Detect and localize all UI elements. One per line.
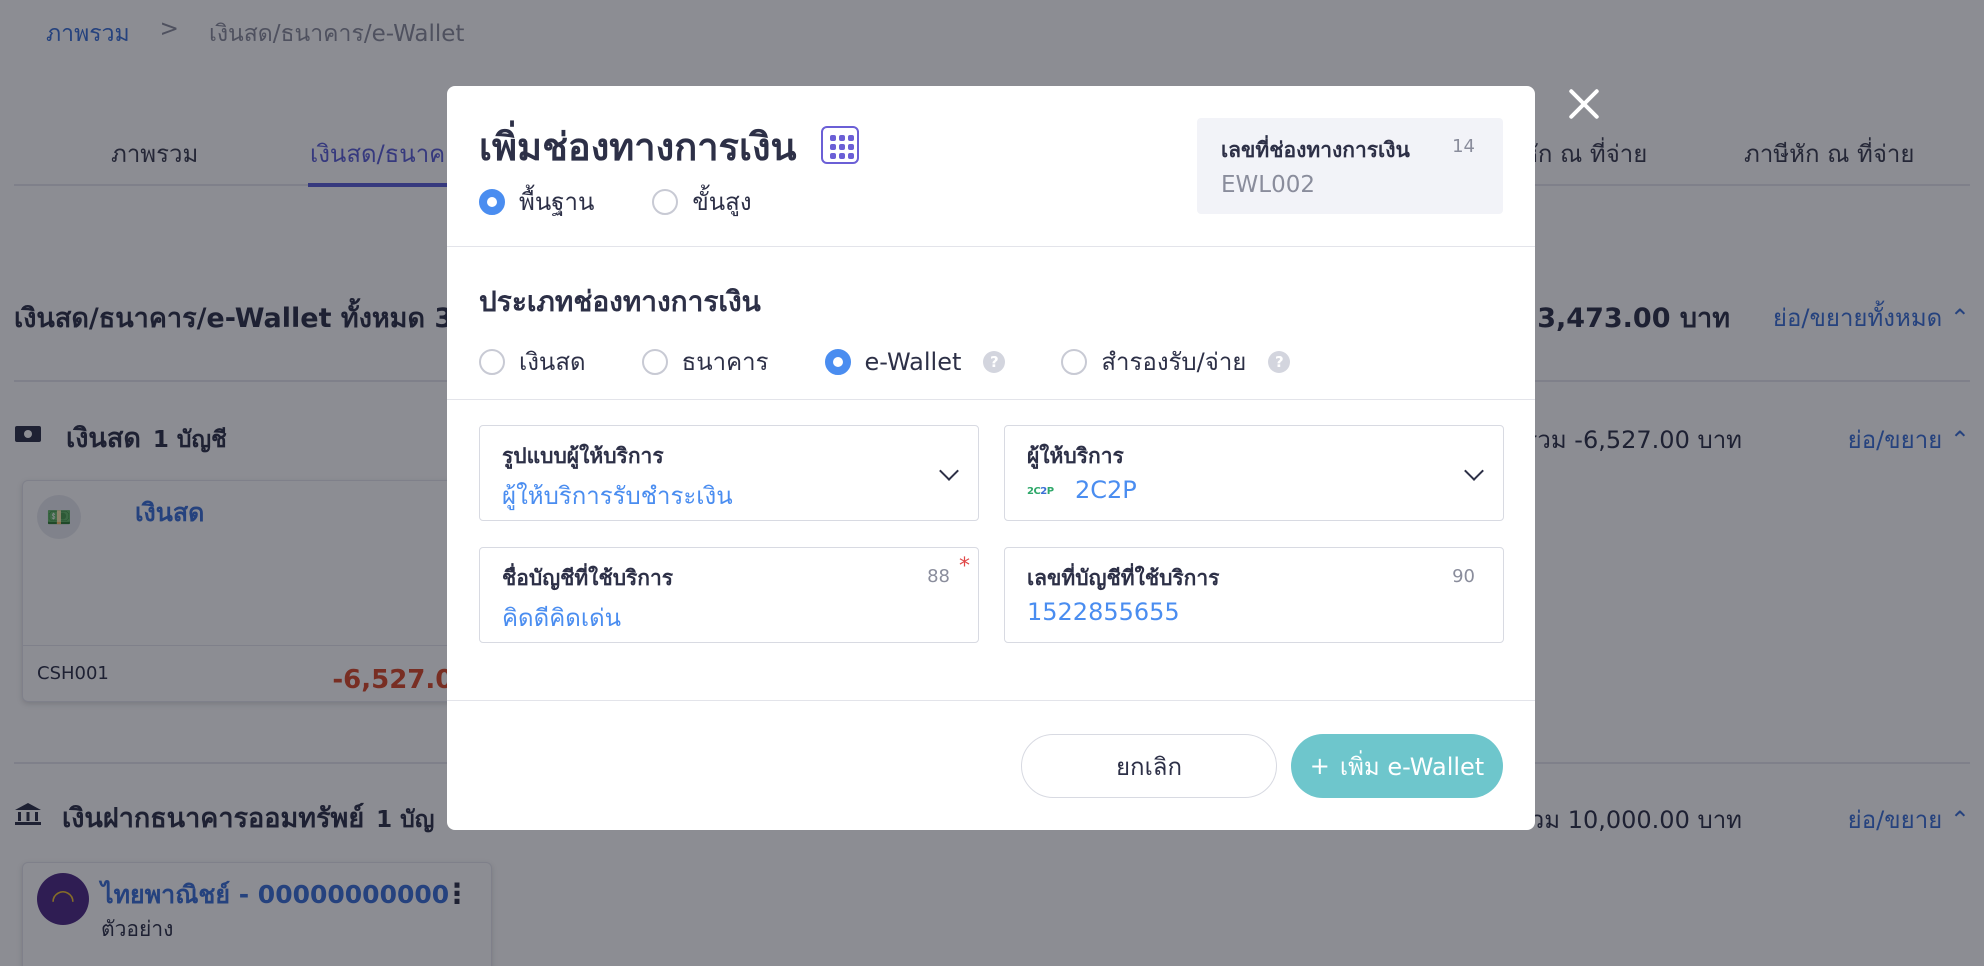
channel-type-title: ประเภทช่องทางการเงิน xyxy=(479,285,761,318)
mode-advanced-radio[interactable]: ขั้นสูง xyxy=(652,182,752,221)
required-asterisk: * xyxy=(959,554,970,579)
type-ewallet-radio[interactable]: e-Wallet ? xyxy=(824,342,1006,381)
type-reserve-label: สำรองรับ/จ่าย xyxy=(1101,348,1247,376)
type-reserve-radio[interactable]: สำรองรับ/จ่าย ? xyxy=(1061,342,1291,381)
radio-unchecked-icon xyxy=(1061,348,1088,375)
app-grid-icon[interactable] xyxy=(821,126,859,164)
provider-value: 2C2P xyxy=(1075,476,1137,504)
channel-id-label: เลขที่ช่องทางการเงิน xyxy=(1221,138,1410,162)
account-name-value: คิดดีคิดเด่น xyxy=(502,604,622,632)
channel-id-field[interactable]: เลขที่ช่องทางการเงิน 14 EWL002 xyxy=(1197,118,1503,214)
mode-advanced-label: ขั้นสูง xyxy=(692,188,752,216)
provider-label: ผู้ให้บริการ xyxy=(1027,444,1124,468)
mode-radio-group: พื้นฐาน ขั้นสูง xyxy=(479,182,752,221)
channel-type-radio-group: เงินสด ธนาคาร e-Wallet ? สำรองรับ/จ่าย ? xyxy=(479,342,1346,381)
channel-id-value: EWL002 xyxy=(1221,172,1315,198)
modal-divider xyxy=(447,700,1535,701)
add-ewallet-button[interactable]: + เพิ่ม e-Wallet xyxy=(1291,734,1503,798)
cancel-button[interactable]: ยกเลิก xyxy=(1021,734,1277,798)
account-number-field[interactable]: เลขที่บัญชีที่ใช้บริการ 90 1522855655 xyxy=(1004,547,1504,643)
account-name-count: 88 xyxy=(927,566,950,587)
modal-footer: ยกเลิก + เพิ่ม e-Wallet xyxy=(1021,734,1503,798)
channel-id-count: 14 xyxy=(1452,136,1475,157)
add-ewallet-label: เพิ่ม e-Wallet xyxy=(1339,752,1485,781)
provider-logo-icon: 2C2P xyxy=(1027,486,1054,497)
account-number-label: เลขที่บัญชีที่ใช้บริการ xyxy=(1027,566,1220,590)
provider-type-select[interactable]: รูปแบบผู้ให้บริการ ผู้ให้บริการรับชำระเง… xyxy=(479,425,979,521)
close-icon[interactable] xyxy=(1566,86,1602,122)
mode-basic-label: พื้นฐาน xyxy=(519,188,595,216)
plus-icon: + xyxy=(1309,752,1330,780)
help-icon[interactable]: ? xyxy=(983,350,1006,373)
modal-divider xyxy=(447,399,1535,400)
type-cash-label: เงินสด xyxy=(519,348,586,376)
radio-unchecked-icon xyxy=(641,348,668,375)
provider-select[interactable]: ผู้ให้บริการ 2C2P 2C2P xyxy=(1004,425,1504,521)
type-bank-radio[interactable]: ธนาคาร xyxy=(641,342,769,381)
type-bank-label: ธนาคาร xyxy=(681,348,769,376)
account-name-field[interactable]: ชื่อบัญชีที่ใช้บริการ 88 * คิดดีคิดเด่น xyxy=(479,547,979,643)
help-icon[interactable]: ? xyxy=(1268,350,1291,373)
radio-unchecked-icon xyxy=(479,348,505,375)
provider-type-label: รูปแบบผู้ให้บริการ xyxy=(502,444,664,468)
modal-divider xyxy=(447,246,1535,247)
type-cash-radio[interactable]: เงินสด xyxy=(479,342,586,381)
radio-unchecked-icon xyxy=(652,188,679,215)
radio-checked-icon xyxy=(479,188,505,215)
provider-type-value: ผู้ให้บริการรับชำระเงิน xyxy=(502,482,733,510)
mode-basic-radio[interactable]: พื้นฐาน xyxy=(479,182,594,221)
account-name-label: ชื่อบัญชีที่ใช้บริการ xyxy=(502,566,674,590)
modal-title: เพิ่มช่องทางการเงิน xyxy=(479,125,797,169)
account-number-count: 90 xyxy=(1452,566,1475,587)
radio-checked-icon xyxy=(824,348,851,375)
account-number-value: 1522855655 xyxy=(1027,598,1180,626)
chevron-down-icon xyxy=(939,461,959,481)
chevron-down-icon xyxy=(1464,461,1484,481)
type-ewallet-label: e-Wallet xyxy=(864,347,962,376)
add-channel-modal: เพิ่มช่องทางการเงิน พื้นฐาน ขั้นสูง เลขท… xyxy=(447,86,1535,830)
